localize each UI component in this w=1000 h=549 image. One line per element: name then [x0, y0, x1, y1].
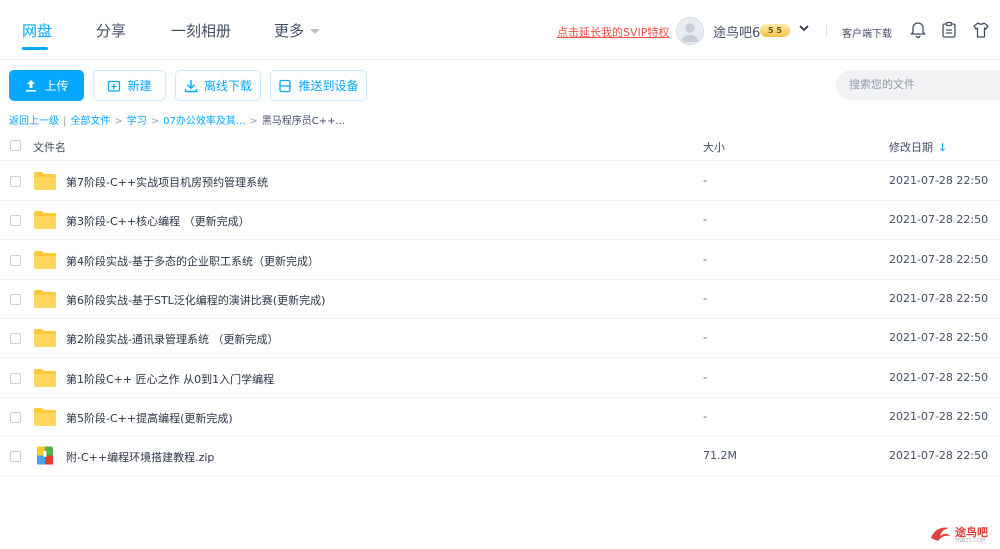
svip-renew-link[interactable]: 点击延长我的SVIP特权 [557, 24, 669, 40]
breadcrumb-chevron: > [114, 116, 123, 127]
upload-icon [26, 79, 37, 92]
table-row[interactable]: 第4阶段实战-基于多态的企业职工系统（更新完成） - 2021-07-28 22:5… [0, 241, 1000, 280]
file-size: 71.2M [703, 449, 737, 463]
file-name[interactable]: 第5阶段-C++提高编程(更新完成) [66, 410, 233, 426]
breadcrumb-chevron: > [249, 116, 258, 127]
active-tab-indicator [22, 47, 48, 50]
new-folder-icon [108, 80, 121, 92]
table-row[interactable]: 附-C++编程环境搭建教程.zip 71.2M 2021-07-28 22:50 [0, 437, 1000, 477]
file-modified-date: 2021-07-28 22:50 [889, 331, 989, 345]
table-row[interactable]: 第7阶段-C++实战项目机房预约管理系统 - 2021-07-28 22:50 [0, 162, 1000, 201]
upload-label: 上传 [44, 79, 69, 93]
column-header-date[interactable]: 修改日期 ↓ [889, 139, 947, 155]
file-modified-date: 2021-07-28 22:50 [889, 449, 989, 463]
row-checkbox[interactable] [10, 176, 21, 187]
file-size: - [703, 252, 707, 266]
folder-icon [33, 289, 57, 308]
breadcrumb-item-current: 黑马程序员C++... [261, 116, 346, 127]
row-checkbox[interactable] [10, 372, 21, 384]
tab-netdisk[interactable]: 网盘 [22, 20, 52, 41]
file-size: - [703, 409, 707, 423]
table-row[interactable]: 第1阶段C++ 匠心之作 从0到1入门学编程 - 2021-07-28 22:50 [0, 359, 1000, 398]
breadcrumb-item-office[interactable]: 07办公效率及其... [163, 116, 245, 127]
watermark-subtext: TNBZS.COM [955, 538, 986, 544]
file-modified-date: 2021-07-28 22:50 [889, 252, 989, 266]
new-button[interactable]: 新建 [93, 70, 166, 101]
search-input[interactable] [836, 70, 1000, 100]
file-name[interactable]: 第3阶段-C++核心编程 （更新完成） [66, 213, 250, 229]
table-row[interactable]: 第2阶段实战-通讯录管理系统 （更新完成） - 2021-07-28 22:50 [0, 319, 1000, 359]
username[interactable]: 途鸟吧6 [713, 22, 760, 41]
table-row[interactable]: 第6阶段实战-基于STL泛化编程的演讲比赛(更新完成) - 2021-07-28 2… [0, 280, 1000, 319]
file-size: - [703, 331, 707, 345]
sort-desc-icon[interactable]: ↓ [938, 141, 947, 154]
chevron-down-icon[interactable] [798, 22, 810, 34]
folder-icon [33, 171, 57, 190]
client-download-link[interactable]: 客户端下载 [842, 25, 892, 40]
breadcrumb: 返回上一级 | 全部文件 > 学习 >07办公效率及其... > 黑马程序员C++... [9, 112, 345, 127]
tab-more-label: 更多 [274, 22, 305, 40]
table-row[interactable]: 第3阶段-C++核心编程 （更新完成） - 2021-07-28 22:50 [0, 201, 1000, 241]
column-header-name[interactable]: 文件名 [33, 139, 66, 155]
shirt-icon[interactable] [972, 21, 990, 39]
folder-icon [33, 328, 57, 348]
user-avatar[interactable] [676, 17, 704, 45]
top-navbar: 网盘 分享 一刻相册 更多 点击延长我的SVIP特权 途鸟吧6 5 5 客户端下… [0, 0, 1000, 60]
new-label: 新建 [127, 79, 152, 93]
breadcrumb-chevron: > [150, 116, 160, 127]
file-size: - [703, 370, 707, 384]
download-icon [184, 79, 198, 92]
column-header-size[interactable]: 大小 [703, 139, 725, 155]
file-modified-date: 2021-07-28 22:50 [889, 409, 989, 423]
row-checkbox[interactable] [10, 333, 21, 345]
back-link[interactable]: 返回上一级 [9, 116, 59, 127]
file-modified-date: 2021-07-28 22:50 [889, 174, 989, 187]
file-size: - [703, 291, 707, 305]
vip-level-badge: 5 5 [760, 24, 790, 37]
breadcrumb-item-all-files[interactable]: 全部文件 [70, 116, 110, 127]
row-checkbox[interactable] [10, 215, 21, 227]
file-name[interactable]: 附-C++编程环境搭建教程.zip [66, 449, 214, 465]
bell-icon[interactable] [909, 21, 927, 39]
file-name[interactable]: 第7阶段-C++实战项目机房预约管理系统 [66, 174, 268, 190]
device-icon [279, 79, 292, 92]
breadcrumb-separator: | [63, 116, 67, 127]
push-to-device-label: 推送到设备 [298, 79, 359, 93]
offline-download-button[interactable]: 离线下载 [175, 70, 261, 101]
row-checkbox[interactable] [10, 254, 21, 266]
file-modified-date: 2021-07-28 22:50 [889, 291, 989, 305]
table-row[interactable]: 第5阶段-C++提高编程(更新完成) - 2021-07-28 22:50 [0, 398, 1000, 437]
divider [826, 24, 827, 36]
column-header-date-label: 修改日期 [889, 141, 933, 154]
file-size: - [703, 213, 707, 227]
file-modified-date: 2021-07-28 22:50 [889, 213, 989, 227]
tab-album[interactable]: 一刻相册 [171, 20, 231, 41]
offline-download-label: 离线下载 [203, 79, 252, 93]
tab-more[interactable]: 更多 [274, 20, 321, 41]
tab-share[interactable]: 分享 [96, 20, 126, 41]
zip-file-icon [33, 446, 57, 465]
caret-down-icon [310, 29, 321, 34]
file-name[interactable]: 第6阶段实战-基于STL泛化编程的演讲比赛(更新完成) [66, 292, 325, 308]
row-checkbox[interactable] [10, 293, 21, 305]
upload-button[interactable]: 上传 [9, 70, 84, 101]
table-header: 文件名 大小 修改日期 ↓ [0, 131, 1000, 161]
row-checkbox[interactable] [10, 451, 21, 463]
folder-icon [33, 407, 57, 426]
row-checkbox[interactable] [10, 411, 21, 423]
file-name[interactable]: 第1阶段C++ 匠心之作 从0到1入门学编程 [66, 371, 274, 387]
file-modified-date: 2021-07-28 22:50 [889, 370, 989, 384]
file-name[interactable]: 第4阶段实战-基于多态的企业职工系统（更新完成） [66, 253, 319, 269]
folder-icon [33, 368, 57, 387]
file-size: - [703, 174, 707, 187]
folder-icon [33, 250, 57, 269]
select-all-checkbox[interactable] [10, 140, 21, 151]
push-to-device-button[interactable]: 推送到设备 [270, 70, 367, 101]
folder-icon [33, 210, 57, 230]
file-name[interactable]: 第2阶段实战-通讯录管理系统 （更新完成） [66, 331, 278, 347]
clipboard-icon[interactable] [940, 21, 958, 39]
breadcrumb-item-study[interactable]: 学习 [127, 116, 147, 127]
